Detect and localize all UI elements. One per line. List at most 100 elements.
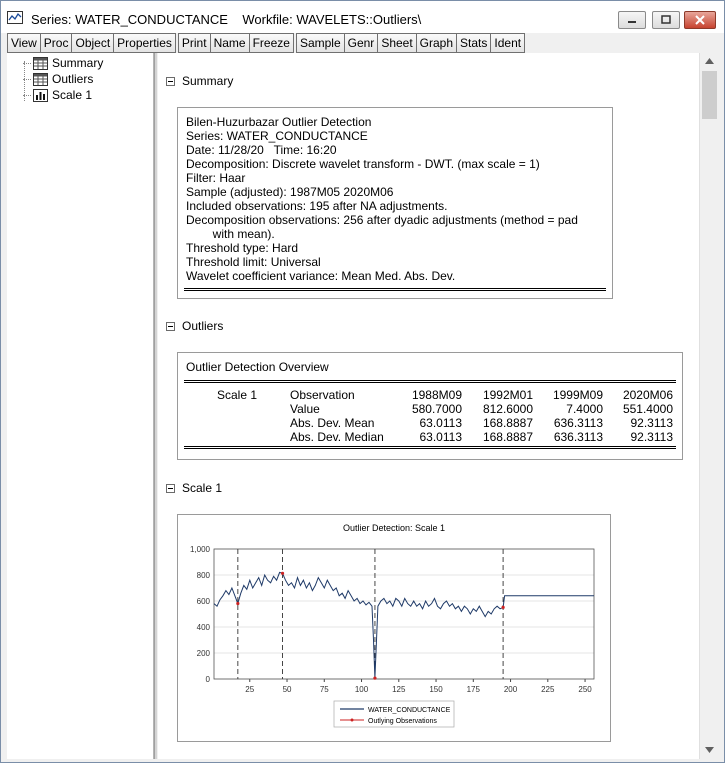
summary-line: Wavelet coefficient variance: Mean Med. … — [186, 269, 456, 283]
scroll-up-icon[interactable] — [705, 58, 714, 64]
summary-line: Filter: Haar — [186, 171, 246, 185]
minimize-button[interactable] — [618, 11, 646, 29]
row-label: Value — [290, 402, 320, 416]
scale1-heading: Scale 1 — [182, 481, 223, 495]
table-icon — [33, 72, 48, 86]
plot-frame — [213, 548, 595, 680]
vertical-scrollbar[interactable] — [699, 53, 718, 759]
column-header: 1992M01 — [482, 388, 533, 402]
toolbar-button-graph[interactable]: Graph — [415, 33, 458, 53]
toolbar-button-sheet[interactable]: Sheet — [377, 33, 417, 53]
scroll-thumb[interactable] — [702, 71, 717, 119]
toolbar-button-proc[interactable]: Proc — [39, 33, 73, 53]
toolbar-button-view[interactable]: View — [7, 33, 41, 53]
summary-line: Decomposition observations: 256 after dy… — [186, 213, 578, 227]
summary-line: with mean). — [186, 227, 275, 241]
x-tick-label: 25 — [245, 685, 254, 694]
tree-item-label: Scale 1 — [52, 88, 93, 102]
table-cell: 92.3113 — [630, 416, 674, 430]
scale-label: Scale 1 — [217, 388, 258, 402]
tree-connector — [23, 78, 31, 80]
x-tick-label: 250 — [578, 685, 592, 694]
close-icon — [695, 15, 705, 25]
y-tick-label: 1,000 — [190, 545, 211, 554]
x-tick-label: 75 — [320, 685, 329, 694]
series-icon — [7, 11, 23, 24]
toolbar-button-properties[interactable]: Properties — [113, 33, 176, 53]
outlier-point — [280, 571, 285, 575]
outliers-section-header[interactable]: Outliers — [166, 319, 223, 333]
summary-line: Sample (adjusted): 1987M05 2020M06 — [186, 185, 394, 199]
summary-line: Bilen-Huzurbazar Outlier Detection — [186, 115, 372, 129]
y-tick-label: 800 — [197, 571, 211, 580]
pane-splitter[interactable] — [154, 53, 157, 759]
outliers-box: Outlier Detection Overview Scale 1 Observ… — [177, 352, 683, 460]
window-title: Series: WATER_CONDUCTANCE Workfile: WAVE… — [31, 12, 422, 27]
toolbar-button-object[interactable]: Object — [71, 33, 115, 53]
title-bar: Series: WATER_CONDUCTANCE Workfile: WAVE… — [1, 1, 724, 33]
toolbar-button-freeze[interactable]: Freeze — [248, 33, 294, 53]
table-cell: 168.8887 — [482, 430, 533, 444]
summary-line: Decomposition: Discrete wavelet transfor… — [186, 157, 540, 171]
tree-item-summary[interactable]: Summary — [23, 55, 103, 71]
x-tick-label: 100 — [355, 685, 369, 694]
x-tick-label: 50 — [283, 685, 292, 694]
y-tick-label: 600 — [197, 597, 211, 606]
close-button[interactable] — [684, 11, 716, 29]
table-cell: 812.6000 — [482, 402, 533, 416]
toolbar-button-genr[interactable]: Genr — [343, 33, 379, 53]
table-cell: 63.0113 — [419, 416, 463, 430]
column-header: 2020M06 — [622, 388, 673, 402]
table-cell: 63.0113 — [419, 430, 463, 444]
y-tick-label: 400 — [197, 623, 211, 632]
graph-icon — [33, 88, 48, 102]
toolbar-group: Sample Genr Sheet Graph Stats Ident — [295, 33, 526, 53]
series-window: Series: WATER_CONDUCTANCE Workfile: WAVE… — [0, 0, 725, 763]
x-tick-label: 175 — [467, 685, 481, 694]
tree-item-outliers[interactable]: Outliers — [23, 71, 93, 87]
outliers-table-title: Outlier Detection Overview — [186, 360, 329, 374]
y-tick-label: 200 — [197, 649, 211, 658]
column-header: 1999M09 — [552, 388, 603, 402]
tree-connector — [23, 62, 31, 64]
maximize-icon — [661, 15, 671, 24]
toolbar-button-ident[interactable]: Ident — [490, 33, 526, 53]
toolbar-button-stats[interactable]: Stats — [456, 33, 492, 53]
summary-line: Threshold type: Hard — [186, 241, 299, 255]
x-tick-label: 150 — [429, 685, 443, 694]
column-header: 1988M09 — [411, 388, 462, 402]
row-label: Abs. Dev. Mean — [290, 416, 375, 430]
collapse-icon[interactable] — [166, 76, 175, 86]
collapse-icon[interactable] — [166, 321, 175, 331]
x-tick-label: 200 — [504, 685, 518, 694]
toolbar-button-print[interactable]: Print — [177, 33, 211, 53]
summary-heading: Summary — [182, 74, 234, 88]
tree-item-scale-1[interactable]: Scale 1 — [23, 87, 92, 103]
summary-box: Bilen-Huzurbazar Outlier Detection Series… — [177, 107, 613, 299]
table-cell: 7.4000 — [566, 402, 603, 416]
table-cell: 551.4000 — [622, 402, 673, 416]
chart-title: Outlier Detection: Scale 1 — [343, 523, 445, 533]
x-tick-label: 125 — [392, 685, 406, 694]
row-label: Abs. Dev. Median — [290, 430, 384, 444]
toolbar-button-name[interactable]: Name — [209, 33, 250, 53]
minimize-icon — [628, 21, 636, 23]
double-rule — [184, 288, 606, 291]
toolbar-button-sample[interactable]: Sample — [295, 33, 345, 53]
spool-content: Summary Bilen-Huzurbazar Outlier Detecti… — [158, 53, 699, 759]
toolbar-group: View Proc Object Properties — [7, 33, 176, 53]
scale1-section-header[interactable]: Scale 1 — [166, 481, 222, 495]
summary-line: Series: WATER_CONDUCTANCE — [186, 129, 368, 143]
double-rule — [184, 380, 676, 383]
outlier-point — [501, 605, 505, 609]
table-cell: 636.3113 — [553, 416, 603, 430]
summary-section-header[interactable]: Summary — [166, 74, 233, 88]
tree-connector — [23, 94, 31, 96]
table-cell: 636.3113 — [553, 430, 603, 444]
outlier-point — [236, 601, 240, 606]
scroll-down-icon[interactable] — [705, 747, 714, 753]
maximize-button[interactable] — [652, 11, 680, 29]
outliers-heading: Outliers — [182, 319, 224, 333]
collapse-icon[interactable] — [166, 483, 175, 493]
toolbar: View Proc Object Properties Print Name Freeze S… — [7, 33, 527, 53]
